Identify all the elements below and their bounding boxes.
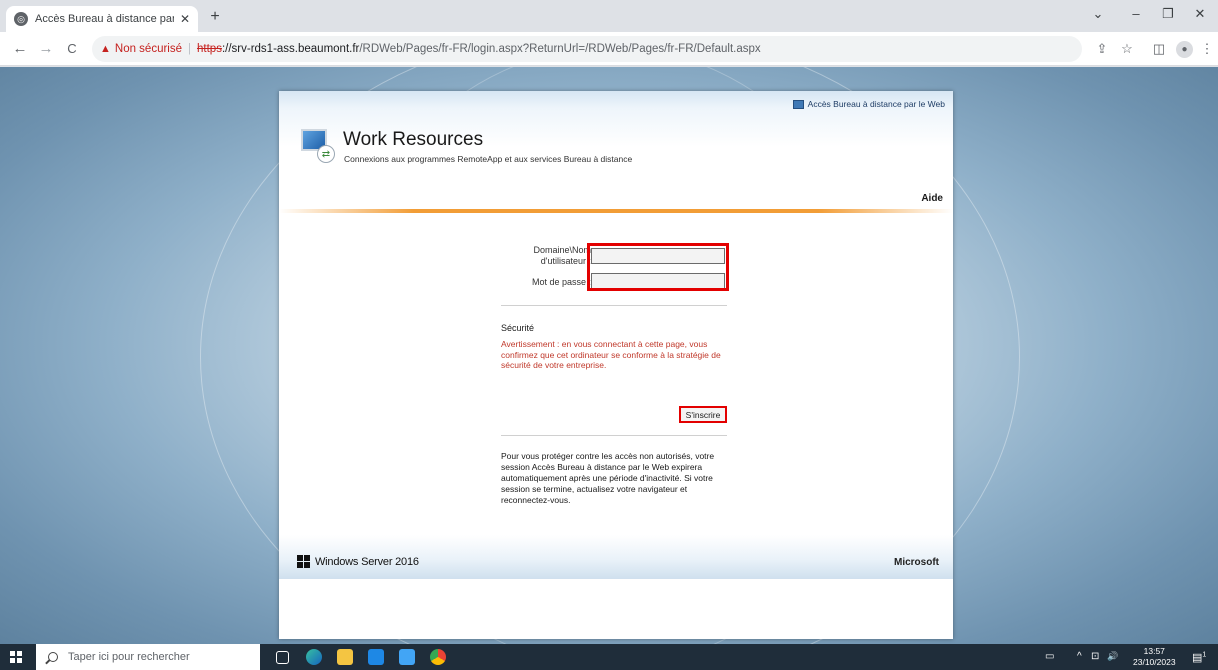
network-icon[interactable]: ⊡ [1091, 651, 1099, 662]
sign-in-button[interactable]: S'inscrire [679, 406, 727, 423]
file-explorer-icon[interactable] [337, 649, 353, 665]
password-label: Mot de passe : [531, 277, 591, 287]
search-icon [48, 652, 58, 662]
task-view-icon[interactable] [276, 651, 289, 664]
panel-footer: Windows Server 2016 Microsoft [279, 535, 953, 579]
address-bar[interactable]: ▲ Non sécurisé | https ://srv-rds1-ass.b… [92, 36, 1082, 62]
url-path: /RDWeb/Pages/fr-FR/login.aspx?ReturnUrl=… [359, 43, 761, 55]
warning-triangle-icon[interactable]: ▲ [100, 43, 111, 55]
store-icon[interactable] [368, 649, 384, 665]
taskbar-search-placeholder: Taper ici pour rechercher [68, 651, 190, 663]
mail-icon[interactable] [399, 649, 415, 665]
notification-count: 1 [1202, 651, 1207, 659]
url-host: ://srv-rds1-ass.beaumont.fr [221, 43, 360, 55]
domain-username-label: Domaine\Nom d'utilisateur : [497, 245, 591, 267]
url-separator: | [188, 43, 192, 55]
rdweb-link-label: Accès Bureau à distance par le Web [807, 99, 945, 109]
minimize-icon[interactable]: – [1121, 6, 1151, 21]
windows-server-brand: Windows Server 2016 [297, 555, 419, 568]
browser-tab[interactable]: ◎ Accès Bureau à distance par le W ✕ [6, 6, 198, 32]
chrome-icon[interactable] [430, 649, 446, 665]
tab-search-icon[interactable]: ⌄ [1083, 6, 1113, 22]
microsoft-brand: Microsoft [894, 557, 939, 568]
accent-divider [279, 209, 953, 213]
divider [501, 435, 727, 436]
taskbar-clock[interactable]: 13:57 23/10/2023 [1133, 646, 1176, 668]
url-scheme: https [197, 43, 222, 55]
reload-icon[interactable]: C [62, 41, 82, 56]
menu-icon[interactable]: ⋮ [1198, 41, 1216, 57]
volume-icon[interactable]: 🔊 [1107, 651, 1118, 662]
browser-toolbar: ← → C ▲ Non sécurisé | https ://srv-rds1… [0, 32, 1218, 66]
form-highlight-box [587, 243, 729, 291]
restore-icon[interactable]: ❐ [1153, 6, 1183, 22]
new-tab-button[interactable]: + [206, 8, 224, 26]
remote-desktop-mini-icon [792, 99, 804, 109]
page-background: Accès Bureau à distance par le Web ⇄ Wor… [0, 67, 1218, 644]
not-secure-label[interactable]: Non sécurisé [115, 43, 182, 55]
keyboard-icon[interactable]: ▭ [1045, 651, 1054, 662]
workspace-title: Work Resources [343, 129, 484, 150]
session-timeout-note: Pour vous protéger contre les accès non … [501, 451, 715, 505]
remote-desktop-logo-icon: ⇄ [301, 129, 335, 163]
divider [501, 305, 727, 306]
tray-chevron-icon[interactable]: ^ [1077, 651, 1082, 662]
tab-title: Accès Bureau à distance par le W [35, 13, 174, 25]
edge-icon[interactable] [306, 649, 322, 665]
clock-date: 23/10/2023 [1133, 657, 1176, 667]
side-panel-icon[interactable]: ◫ [1150, 41, 1168, 57]
windows-taskbar: Taper ici pour rechercher ▭ ^ ⊡ 🔊 13:57 … [0, 644, 1218, 670]
share-icon[interactable]: ⇪ [1093, 41, 1111, 57]
domain-label-line1: Domaine\Nom [533, 245, 591, 255]
header-banner: Accès Bureau à distance par le Web ⇄ Wor… [279, 91, 953, 215]
start-icon[interactable] [10, 651, 22, 663]
bookmark-star-icon[interactable]: ☆ [1118, 41, 1136, 57]
workspace-subtitle: Connexions aux programmes RemoteApp et a… [344, 154, 633, 164]
taskbar-search-input[interactable]: Taper ici pour rechercher [36, 644, 260, 670]
security-title: Sécurité [501, 323, 535, 333]
clock-time: 13:57 [1143, 646, 1165, 656]
domain-label-line2: d'utilisateur : [540, 256, 591, 266]
globe-icon: ◎ [14, 12, 28, 26]
security-warning: Avertissement : en vous connectant à cet… [501, 339, 721, 370]
windows-logo-icon [297, 555, 310, 568]
close-tab-icon[interactable]: ✕ [180, 12, 190, 26]
help-link[interactable]: Aide [921, 193, 943, 204]
profile-icon[interactable]: ● [1176, 41, 1193, 58]
tab-strip: ◎ Accès Bureau à distance par le W ✕ + ⌄… [0, 0, 1218, 32]
close-window-icon[interactable]: ✕ [1185, 6, 1215, 22]
login-panel: Accès Bureau à distance par le Web ⇄ Wor… [279, 91, 953, 639]
back-icon[interactable]: ← [10, 40, 30, 57]
windows-server-label: Windows Server 2016 [315, 555, 419, 568]
forward-icon[interactable]: → [36, 40, 56, 57]
rdweb-home-link[interactable]: Accès Bureau à distance par le Web [792, 99, 945, 109]
notifications-icon[interactable]: ▤1 [1192, 651, 1206, 664]
